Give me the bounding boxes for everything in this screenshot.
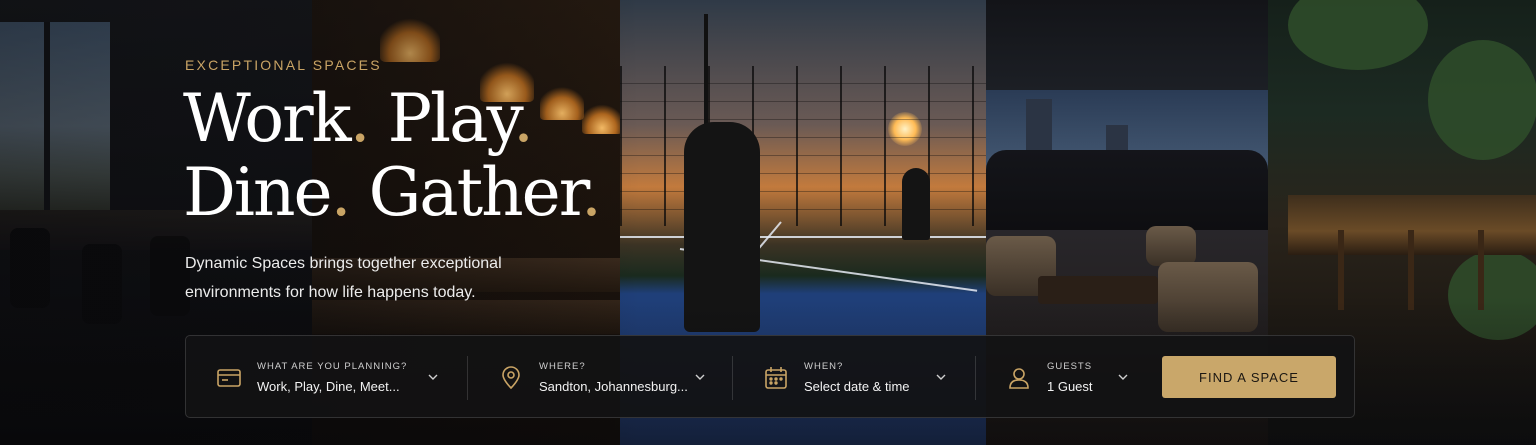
chevron-down-icon xyxy=(936,374,946,380)
guests-label: GUESTS xyxy=(1047,361,1093,372)
calendar-icon xyxy=(762,364,790,392)
location-label: WHERE? xyxy=(539,361,586,372)
guests-value: 1 Guest xyxy=(1047,379,1093,394)
hero-eyebrow: EXCEPTIONAL SPACES xyxy=(185,57,382,73)
headline-work: Work xyxy=(183,80,352,157)
date-value: Select date & time xyxy=(804,379,910,394)
location-pin-icon xyxy=(497,364,525,392)
space-search-bar: WHAT ARE YOU PLANNING? Work, Play, Dine,… xyxy=(185,335,1355,418)
hero-headline: Work. Play. Dine. Gather. xyxy=(183,80,602,231)
headline-gather: Gather xyxy=(368,154,583,231)
headline-play: Play xyxy=(387,80,515,157)
date-time-select[interactable]: WHEN? Select date & time xyxy=(762,336,974,419)
divider xyxy=(975,356,976,400)
planning-value: Work, Play, Dine, Meet... xyxy=(257,379,400,394)
user-icon xyxy=(1005,364,1033,392)
chevron-down-icon xyxy=(428,374,438,380)
divider xyxy=(467,356,468,400)
chevron-down-icon xyxy=(695,374,705,380)
location-value: Sandton, Johannesburg... xyxy=(539,379,688,394)
find-space-button[interactable]: FIND A SPACE xyxy=(1162,356,1336,398)
guests-select[interactable]: GUESTS 1 Guest xyxy=(1005,336,1155,419)
planning-select[interactable]: WHAT ARE YOU PLANNING? Work, Play, Dine,… xyxy=(215,336,473,419)
card-icon xyxy=(215,364,243,392)
divider xyxy=(732,356,733,400)
chevron-down-icon xyxy=(1118,374,1128,380)
hero-section: EXCEPTIONAL SPACES Work. Play. Dine. Gat… xyxy=(0,0,1536,445)
planning-label: WHAT ARE YOU PLANNING? xyxy=(257,361,408,372)
location-select[interactable]: WHERE? Sandton, Johannesburg... xyxy=(497,336,732,419)
hero-subtitle: Dynamic Spaces brings together exception… xyxy=(185,255,502,301)
headline-dine: Dine xyxy=(183,154,333,231)
date-label: WHEN? xyxy=(804,361,844,372)
